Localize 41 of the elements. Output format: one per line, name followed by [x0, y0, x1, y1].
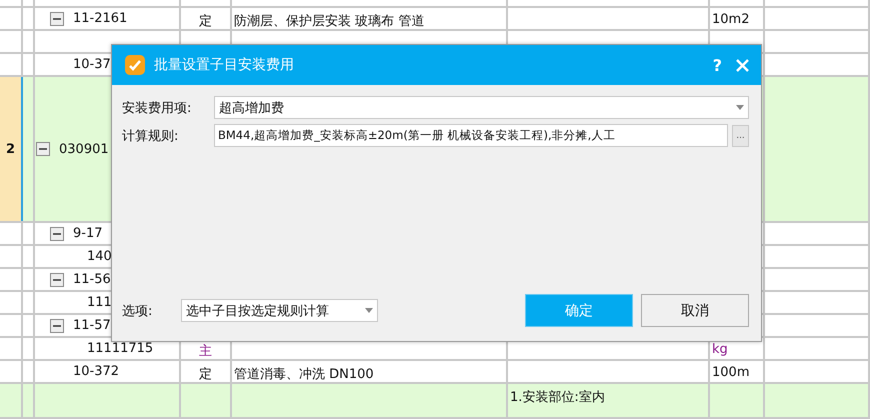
- code-text: 11-56: [73, 272, 111, 287]
- collapse-icon[interactable]: [50, 318, 64, 332]
- app-logo-icon: [124, 54, 146, 76]
- code-text: 030901: [59, 142, 109, 156]
- rule-field[interactable]: BM44,超高增加费_安装标高±20m(第一册 机械设备安装工程),非分摊,人工: [214, 124, 728, 147]
- row-number: 2: [0, 77, 23, 221]
- code-text: 10-37: [73, 57, 111, 72]
- unit-text: 100m: [712, 365, 750, 380]
- code-text: 11-2161: [73, 11, 128, 26]
- name-text: 管道消毒、冲洗 DN100: [234, 366, 374, 383]
- unit-text: kg: [712, 342, 728, 357]
- dropdown-caret-icon: [365, 308, 373, 313]
- collapse-icon[interactable]: [36, 142, 50, 156]
- option-label: 选项:: [122, 302, 154, 320]
- rule-label: 计算规则:: [122, 128, 180, 144]
- code-text: 140: [87, 249, 112, 264]
- fee-dropdown[interactable]: 超高增加费: [214, 96, 749, 119]
- code-text: 10-372: [73, 364, 120, 379]
- option-dropdown[interactable]: 选中子目按选定规则计算: [181, 299, 378, 322]
- feature-text: 1.安装部位:室内: [510, 389, 605, 406]
- cancel-button[interactable]: 取消: [641, 294, 749, 327]
- collapse-icon[interactable]: [50, 226, 64, 240]
- close-icon[interactable]: [736, 58, 749, 72]
- dialog-title: 批量设置子目安装费用: [154, 56, 295, 74]
- collapse-icon[interactable]: [50, 272, 64, 286]
- table-row[interactable]: 10-372 定 管道消毒、冲洗 DN100 100m: [0, 361, 870, 384]
- browse-button[interactable]: ...: [732, 124, 749, 146]
- code-text: 9-17: [73, 226, 103, 241]
- code-text: 111: [87, 295, 112, 310]
- name-text: 防潮层、保护层安装 玻璃布 管道: [234, 13, 424, 30]
- dropdown-caret-icon: [736, 105, 744, 110]
- type-text: 定: [199, 13, 212, 30]
- group-row[interactable]: 1.安装部位:室内: [0, 384, 870, 419]
- collapse-icon[interactable]: [50, 12, 64, 26]
- type-text: 定: [199, 366, 212, 383]
- table-row[interactable]: 11-2161 定 防潮层、保护层安装 玻璃布 管道 10m2: [0, 8, 870, 31]
- code-text: 11111715: [87, 341, 154, 356]
- unit-text: 10m2: [712, 12, 750, 27]
- code-text: 11-57: [73, 318, 111, 333]
- fee-label: 安装费用项:: [122, 100, 192, 116]
- type-text: 主: [199, 343, 212, 360]
